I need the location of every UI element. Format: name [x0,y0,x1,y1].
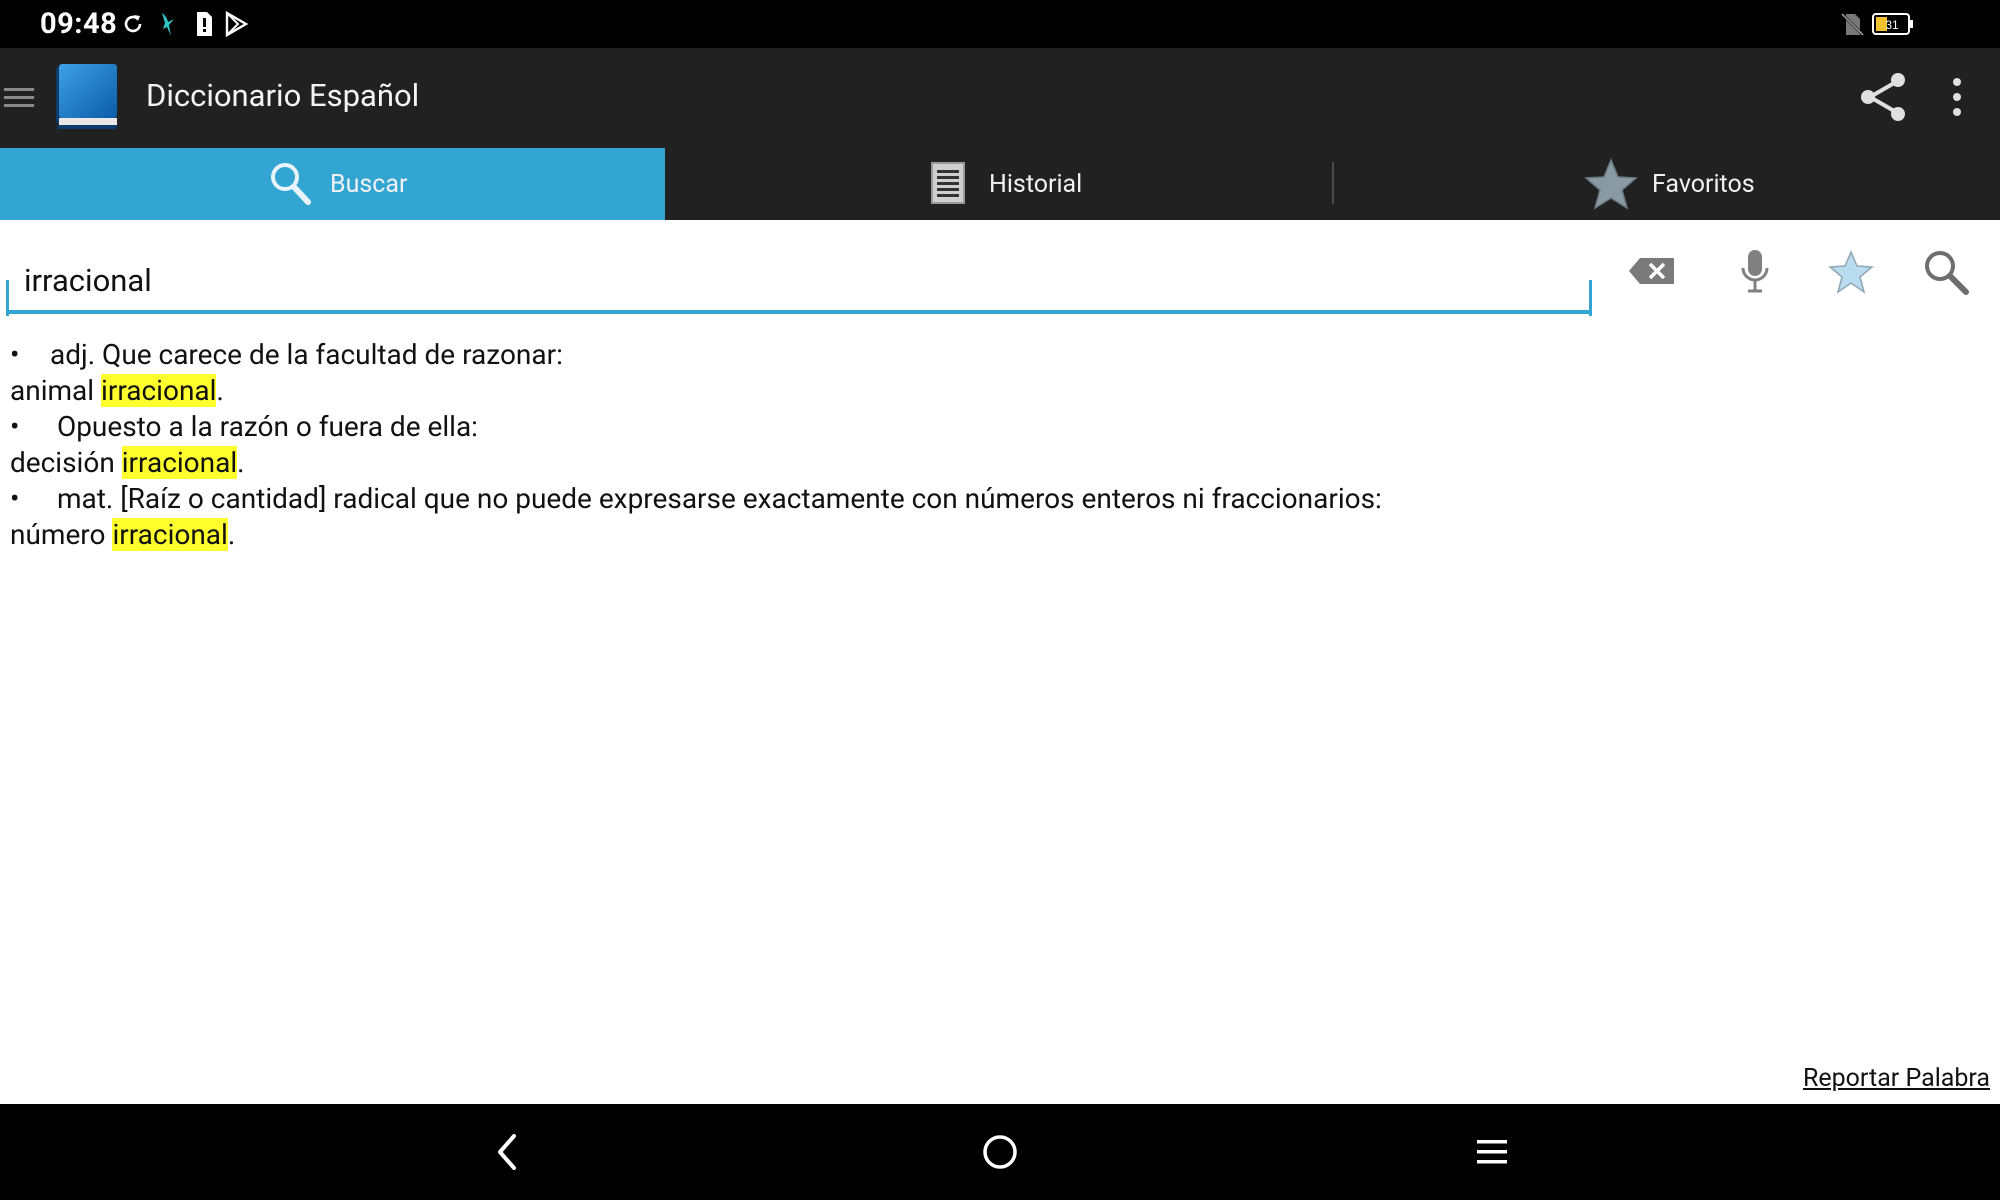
definition-entry: • Opuesto a la razón o fuera de ella: [10,409,1970,445]
highlighted-word: irracional [112,518,228,551]
definition-example: decisión irracional. [10,445,1970,481]
definition-example: animal irracional. [10,373,1970,409]
clear-text-icon[interactable] [1628,256,1676,286]
example-text: decisión [10,446,122,479]
microphone-icon[interactable] [1740,248,1770,294]
status-bar: 09:48 31 [0,0,2000,48]
highlighted-word: irracional [121,446,238,479]
tab-label-historial: Historial [989,170,1083,199]
definition-sense: adj. Que carece de la facultad de razona… [50,338,563,371]
star-icon [1584,158,1638,210]
tab-label-buscar: Buscar [330,170,408,199]
app-title: Diccionario Español [146,77,420,114]
bullet: • [10,410,20,443]
example-suffix: . [227,518,236,551]
list-icon [931,162,965,204]
tab-buscar[interactable]: Buscar [0,148,665,220]
app-bar: Diccionario Español [0,48,2000,148]
tab-bar: Buscar Historial Favoritos [0,148,2000,220]
search-input[interactable] [8,250,1590,314]
definition-text: • adj. Que carece de la facultad de razon… [10,337,1970,553]
sync-icon [124,15,142,33]
more-vert-icon[interactable] [1950,76,1964,118]
definition-entry: • adj. Que carece de la facultad de razon… [10,337,1970,373]
definition-entry: • mat. [Raíz o cantidad] radical que no … [10,481,1970,517]
app-logo[interactable] [52,62,122,134]
definition-sense: mat. [Raíz o cantidad] radical que no pu… [50,482,1382,515]
highlighted-word: irracional [101,374,217,407]
example-suffix: . [237,446,245,479]
navigation-bar [0,1104,2000,1200]
search-icon [271,163,311,205]
search-area [0,220,2000,320]
tab-historial[interactable]: Historial [665,148,1332,220]
home-icon[interactable] [978,1130,1022,1174]
search-icon[interactable] [1922,248,1970,296]
search-input-border [1589,280,1592,316]
recents-icon[interactable] [1470,1130,1514,1174]
sim-alert-icon [197,12,212,36]
menu-icon[interactable] [4,84,34,112]
share-icon[interactable] [1858,70,1908,124]
example-suffix: . [216,374,224,407]
definition-sense: Opuesto a la razón o fuera de ella: [50,410,478,443]
example-text: animal [10,374,102,407]
tab-label-favoritos: Favoritos [1652,170,1755,199]
report-word-link[interactable]: Reportar Palabra [1803,1064,1990,1094]
battery-level: 31 [1885,18,1899,32]
tab-favoritos[interactable]: Favoritos [1334,148,2000,220]
bullet: • [10,338,20,371]
back-icon[interactable] [486,1130,530,1174]
battery-icon: 31 [1872,13,1913,35]
play-store-icon [225,10,249,38]
example-text: número [10,518,113,551]
bullet: • [10,482,20,515]
definition-example: número irracional. [10,517,1970,553]
bird-icon [162,13,174,36]
search-input-border [6,280,9,316]
favorite-star-icon[interactable] [1828,250,1874,294]
no-sim-icon [1840,12,1865,37]
status-time: 09:48 [40,7,118,41]
